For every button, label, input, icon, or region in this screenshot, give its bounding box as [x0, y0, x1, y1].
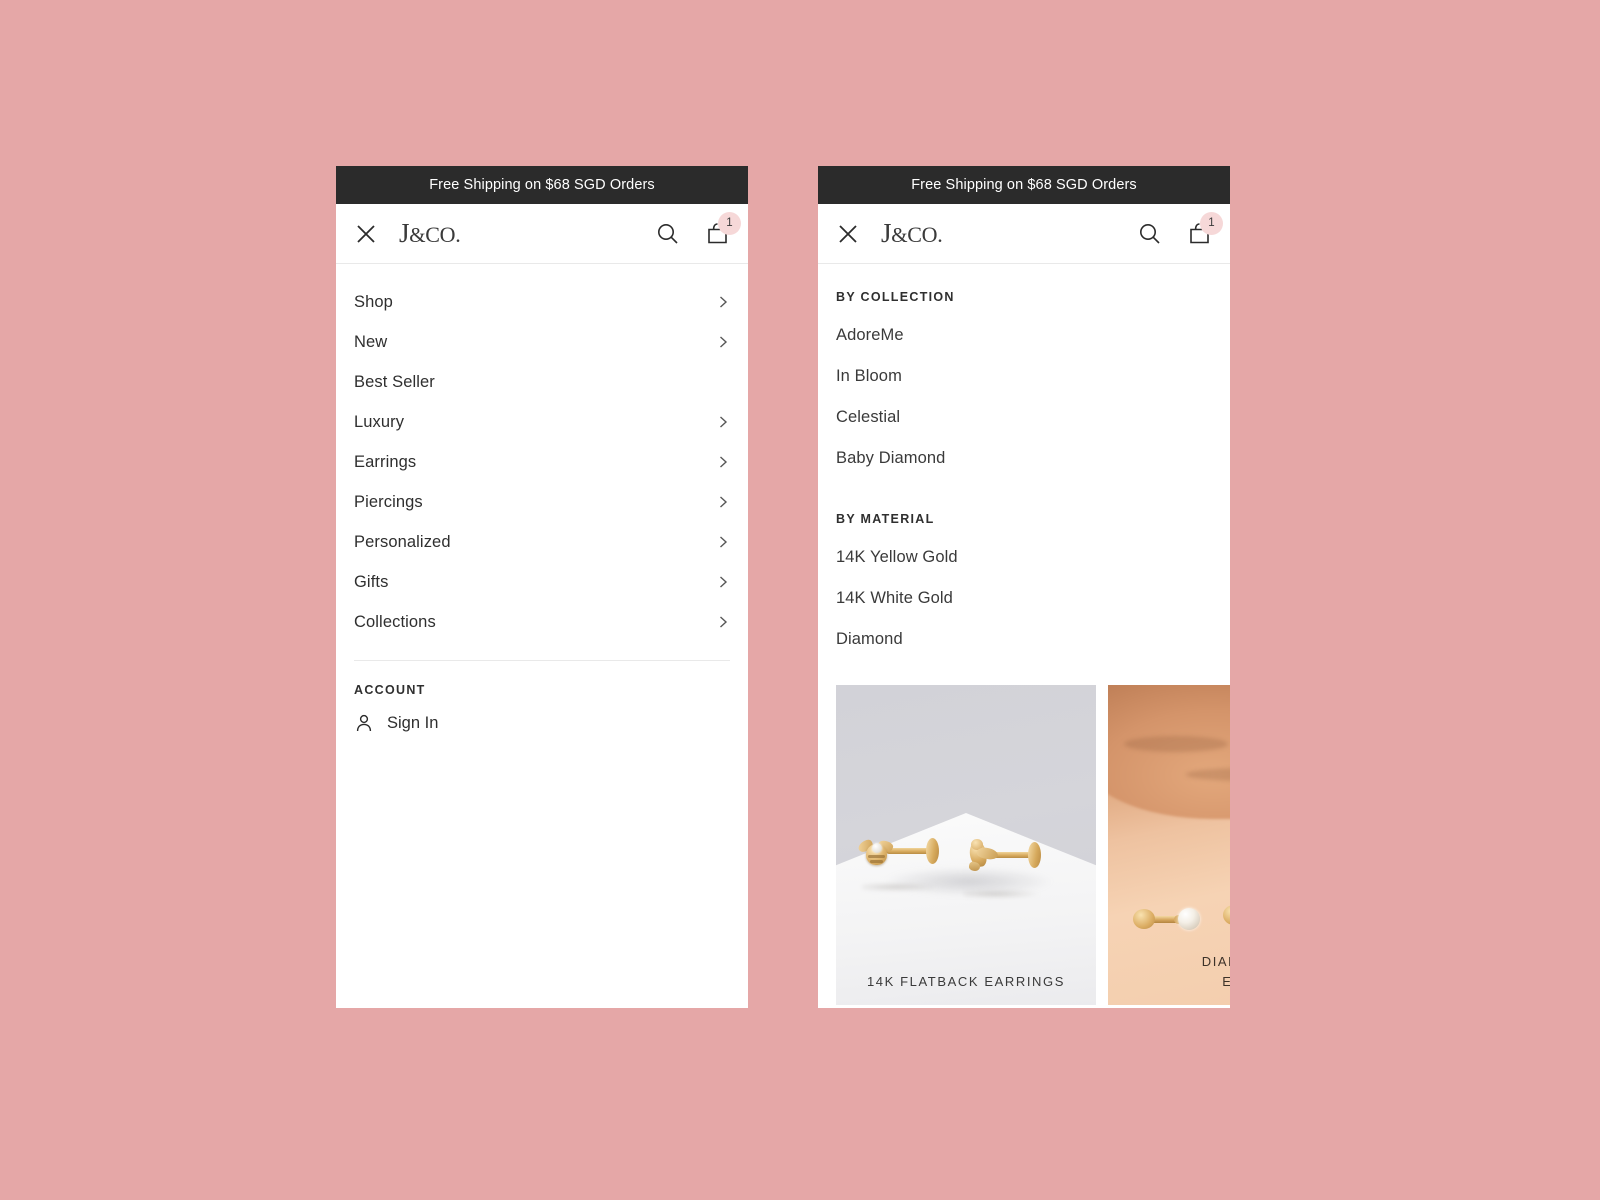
promo-card-caption: 14K FLATBACK EARRINGS [866, 973, 1066, 989]
logo-co: CO. [425, 222, 461, 247]
promo-banner: Free Shipping on $68 SGD Orders [818, 166, 1230, 204]
mobile-menu-panel-left: Free Shipping on $68 SGD Orders J&CO. 1 … [336, 166, 748, 1008]
nav-item-label: Collections [354, 612, 436, 631]
cart-count-badge: 1 [718, 212, 741, 235]
promo-card-diamond-earrings[interactable]: DIAMOND EAR [1108, 685, 1230, 1005]
stud-shadow [862, 883, 938, 892]
nav-item-new[interactable]: New [354, 322, 730, 362]
logo-co: CO. [907, 222, 943, 247]
bird-motif [962, 838, 999, 873]
earring-flatback-disc [1223, 905, 1230, 925]
diamond-stud-earring [1223, 903, 1230, 927]
shopping-bag-icon[interactable]: 1 [1187, 212, 1223, 246]
finger-shape [1108, 685, 1230, 820]
gold-flatback-earrings-photo [836, 685, 1096, 1005]
sign-in-label: Sign In [387, 713, 439, 732]
by-collection-heading: BY COLLECTION [836, 290, 955, 304]
search-icon[interactable] [655, 221, 680, 246]
nav-item-shop[interactable]: Shop [354, 282, 730, 322]
bird-flatback-earring [962, 837, 1046, 873]
bee-stripe [870, 860, 883, 863]
nav-item-gifts[interactable]: Gifts [354, 562, 730, 602]
panel-header-right: J&CO. 1 [818, 204, 1230, 264]
promo-card-row: 14K FLATBACK EARRINGS DIA E [818, 685, 1230, 1005]
collection-item-in-bloom[interactable]: In Bloom [836, 367, 1212, 386]
nav-item-earrings[interactable]: Earrings [354, 442, 730, 482]
header-actions: 1 [1137, 212, 1223, 246]
nav-divider [354, 660, 730, 661]
diamond-stud-earring [1133, 907, 1206, 931]
mobile-menu-panel-right: Free Shipping on $68 SGD Orders J&CO. 1 … [818, 166, 1230, 1008]
bee-flatback-earring [856, 833, 944, 869]
promo-card-caption: DIAMOND EAR [1108, 952, 1230, 991]
nav-item-label: New [354, 332, 388, 351]
promo-banner: Free Shipping on $68 SGD Orders [336, 166, 748, 204]
nav-item-collections[interactable]: Collections [354, 602, 730, 642]
bee-motif [856, 834, 896, 868]
logo-letter-j: J [399, 218, 410, 248]
close-icon[interactable] [835, 221, 861, 247]
person-icon [354, 713, 374, 733]
promo-card-flatback-earrings[interactable]: 14K FLATBACK EARRINGS [836, 685, 1096, 1005]
cart-count-badge: 1 [1200, 212, 1223, 235]
promo-card-caption-line1: DIAMOND [1201, 954, 1230, 969]
main-nav-list: Shop New Best Seller Luxury Earrings Pie… [336, 264, 748, 642]
diamond-gem [1178, 908, 1200, 930]
collection-item-baby-diamond[interactable]: Baby Diamond [836, 449, 1212, 468]
chevron-right-icon [716, 335, 730, 349]
material-item-14k-yellow-gold[interactable]: 14K Yellow Gold [836, 548, 1212, 567]
submenu-content: BY COLLECTION AdoreMe In Bloom Celestial… [818, 264, 1230, 649]
by-material-heading: BY MATERIAL [836, 512, 935, 526]
chevron-right-icon [716, 455, 730, 469]
close-icon[interactable] [353, 221, 379, 247]
chevron-right-icon [716, 615, 730, 629]
nav-item-label: Earrings [354, 452, 417, 471]
stud-shadow [964, 889, 1040, 898]
nav-item-piercings[interactable]: Piercings [354, 482, 730, 522]
sign-in-button[interactable]: Sign In [354, 713, 730, 733]
bee-diamond-gem [872, 843, 882, 853]
header-actions: 1 [655, 212, 741, 246]
nav-item-personalized[interactable]: Personalized [354, 522, 730, 562]
nav-item-label: Gifts [354, 572, 389, 591]
chevron-right-icon [716, 495, 730, 509]
promo-banner-text: Free Shipping on $68 SGD Orders [429, 177, 655, 193]
logo-letter-j: J [881, 218, 892, 248]
material-item-diamond[interactable]: Diamond [836, 630, 1212, 649]
account-section-heading: ACCOUNT [354, 683, 426, 697]
shopping-bag-icon[interactable]: 1 [705, 212, 741, 246]
nav-item-best-seller[interactable]: Best Seller [354, 362, 730, 402]
nav-item-label: Best Seller [354, 372, 435, 391]
chevron-right-icon [716, 535, 730, 549]
nav-item-label: Shop [354, 292, 393, 311]
collection-item-adoreme[interactable]: AdoreMe [836, 326, 1212, 345]
promo-banner-text: Free Shipping on $68 SGD Orders [911, 177, 1137, 193]
brand-logo[interactable]: J&CO. [399, 218, 461, 248]
chevron-right-icon [716, 415, 730, 429]
nav-item-label: Personalized [354, 532, 451, 551]
logo-ampersand: & [891, 223, 908, 247]
search-icon[interactable] [1137, 221, 1162, 246]
nav-item-label: Piercings [354, 492, 423, 511]
collection-item-celestial[interactable]: Celestial [836, 408, 1212, 427]
bee-stripe [868, 855, 885, 858]
brand-logo[interactable]: J&CO. [881, 218, 943, 248]
logo-ampersand: & [409, 223, 426, 247]
earring-flatback-disc [1133, 909, 1155, 929]
material-item-14k-white-gold[interactable]: 14K White Gold [836, 589, 1212, 608]
earring-flatback-disc [926, 838, 939, 864]
chevron-right-icon [716, 575, 730, 589]
earring-flatback-disc [1028, 842, 1041, 868]
nav-item-label: Luxury [354, 412, 405, 431]
chevron-right-icon [716, 295, 730, 309]
panel-header-left: J&CO. 1 [336, 204, 748, 264]
promo-card-caption-line2: EAR [1222, 973, 1230, 989]
nav-item-luxury[interactable]: Luxury [354, 402, 730, 442]
